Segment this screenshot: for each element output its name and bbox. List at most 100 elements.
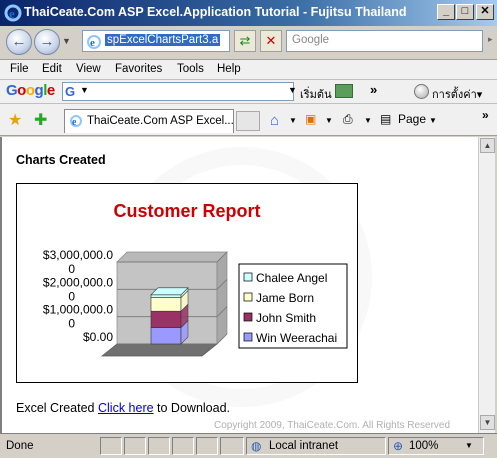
download-link[interactable]: Click here (98, 401, 154, 415)
footer-suffix: to Download. (153, 401, 230, 415)
bar-segment (150, 294, 182, 298)
chart-bars (150, 287, 189, 345)
status-cell (196, 437, 218, 455)
download-message: Excel Created Click here to Download. (16, 401, 230, 415)
y-tick-label-line: $3,000,000.0 (43, 248, 113, 262)
google-logo[interactable]: Google (6, 82, 55, 99)
back-button[interactable]: ← (6, 29, 32, 55)
status-cell (124, 437, 146, 455)
y-tick-label: $3,000,000.0 0 (43, 248, 113, 276)
menu-view[interactable]: View (76, 63, 101, 75)
window-title-bar[interactable]: e ThaiCeate.Com ASP Excel.Application Tu… (0, 0, 497, 26)
y-tick-label-line: 0 (68, 262, 75, 276)
window-title: ThaiCeate.Com ASP Excel.Application Tuto… (24, 5, 407, 19)
new-tab-button[interactable] (236, 111, 260, 131)
menu-help[interactable]: Help (217, 63, 241, 75)
url-text: spExcelChartsPart3.a (105, 34, 221, 46)
page-icon[interactable]: ▤ (380, 112, 391, 126)
google-g-icon: G (65, 84, 76, 99)
y-tick-label-line: 0 (68, 289, 75, 303)
y-tick-label: $0.00 (83, 330, 113, 344)
page-menu-button[interactable]: Page (398, 112, 426, 126)
picture-icon[interactable] (335, 84, 353, 98)
zoom-dropdown-icon[interactable]: ▼ (465, 441, 473, 450)
address-toolbar: ← → ▼ e spExcelChartsPart3.a ⇄ ✕ Google … (0, 26, 497, 60)
google-start-button[interactable]: เริ่มต้น (300, 85, 332, 103)
menu-edit[interactable]: Edit (42, 63, 62, 75)
y-tick-label: $2,000,000.0 0 (43, 275, 113, 303)
home-icon[interactable]: ⌂ (270, 112, 279, 129)
zone-text: Local intranet (269, 440, 339, 452)
y-tick-label: $1,000,000.0 0 (43, 303, 113, 331)
legend-swatch (243, 292, 253, 302)
zone-cell: ◍ Local intranet (246, 437, 386, 455)
more-commands-button[interactable]: » (482, 108, 489, 122)
chart-legend: Chalee Angel Jame Born John Smith Win Weera… (238, 263, 348, 349)
legend-label: Win Weerachai (256, 331, 337, 345)
legend-swatch (243, 312, 253, 322)
search-options-icon[interactable]: ▸ (488, 34, 493, 45)
search-input[interactable]: Google (286, 30, 483, 52)
svg-text:e: e (72, 117, 77, 128)
copyright-text: Copyright 2009, ThaiCeate.Com. All Right… (214, 420, 451, 431)
page-dropdown-icon[interactable]: ▼ (429, 116, 437, 125)
google-toolbar: Google G ▼ ▼ เริ่มต้น » การตั้งค่า▾ (0, 80, 497, 104)
status-cell (100, 437, 122, 455)
legend-label: Jame Born (256, 291, 314, 305)
close-button[interactable]: ✕ (476, 4, 494, 20)
status-cell (220, 437, 244, 455)
tab-active[interactable]: e ThaiCeate.Com ASP Excel... (64, 109, 234, 133)
chart-floor (101, 343, 218, 357)
customer-report-chart: Customer Report $3,000,000.0 0$2,000,000.… (43, 201, 348, 357)
tab-ie-icon: e (70, 115, 82, 128)
home-dropdown-icon[interactable]: ▼ (289, 116, 297, 125)
menu-favorites[interactable]: Favorites (115, 63, 162, 75)
legend-swatch (243, 272, 253, 282)
menu-tools[interactable]: Tools (177, 63, 204, 75)
google-settings-button[interactable]: การตั้งค่า▾ (432, 85, 482, 103)
forward-button[interactable]: → (34, 29, 60, 55)
y-tick-label-line: $0.00 (83, 330, 113, 344)
feeds-icon[interactable]: ▣ (305, 112, 316, 126)
footer-prefix: Excel Created (16, 401, 98, 415)
zoom-level: 100% (409, 440, 439, 452)
bar-segment (150, 327, 182, 345)
menu-bar: File Edit View Favorites Tools Help (0, 60, 497, 80)
status-bar: Done ◍ Local intranet ⊕ 100% ▼ (0, 433, 497, 458)
more-tools-button[interactable]: » (370, 82, 377, 97)
history-dropdown-icon[interactable]: ▼ (62, 36, 71, 46)
bar-segment (150, 310, 182, 328)
chart-title: Customer Report (113, 201, 260, 221)
y-tick-label-line: $1,000,000.0 (43, 303, 113, 317)
chart-tick-labels: $3,000,000.0 0$2,000,000.0 0$1,000,000.0 0$… (43, 248, 113, 344)
google-search-input[interactable]: G ▼ (62, 82, 294, 101)
refresh-icon[interactable]: ⇄ (234, 30, 256, 52)
tab-bar: ★ ✚ e ThaiCeate.Com ASP Excel... ⌂ ▼ ▣ ▼… (0, 104, 497, 136)
zoom-icon: ⊕ (393, 439, 404, 453)
bar-segment (150, 297, 182, 312)
scroll-down-icon[interactable]: ▼ (480, 415, 495, 430)
legend-swatch (243, 332, 253, 342)
add-favorite-icon[interactable]: ✚ (34, 110, 47, 130)
stop-icon[interactable]: ✕ (260, 30, 282, 52)
menu-file[interactable]: File (10, 63, 29, 75)
settings-circle-icon[interactable] (414, 84, 429, 99)
chevron-down-icon[interactable]: ▼ (80, 85, 89, 95)
status-cell (148, 437, 170, 455)
feeds-dropdown-icon[interactable]: ▼ (325, 116, 333, 125)
chart-top-wall (116, 251, 228, 263)
zoom-cell[interactable]: ⊕ 100% ▼ (388, 437, 484, 455)
intranet-globe-icon: ◍ (251, 439, 262, 453)
print-dropdown-icon[interactable]: ▼ (364, 116, 372, 125)
print-icon[interactable]: ⎙ (343, 112, 353, 127)
vertical-scrollbar[interactable]: ▲ ▼ (478, 137, 495, 433)
bar-top-face (150, 287, 189, 296)
address-input[interactable]: e spExcelChartsPart3.a (82, 30, 230, 52)
search-arrow-icon[interactable]: ▼ (288, 85, 297, 95)
minimize-button[interactable]: _ (437, 4, 455, 20)
scroll-up-icon[interactable]: ▲ (480, 138, 495, 153)
svg-text:e: e (9, 6, 15, 21)
maximize-button[interactable]: □ (456, 4, 474, 20)
page-heading: Charts Created (16, 153, 106, 167)
favorites-star-icon[interactable]: ★ (8, 110, 22, 130)
